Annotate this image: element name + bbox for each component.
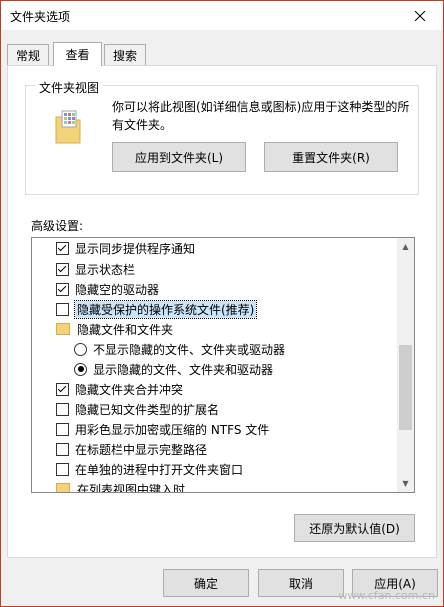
tree-item-hide-protected-os-files[interactable]: 隐藏受保护的操作系统文件(推荐) <box>56 299 258 319</box>
item-label: 显示状态栏 <box>75 262 136 277</box>
tab-view[interactable]: 查看 <box>53 42 102 66</box>
tree-item-hide-empty-drives[interactable]: 隐藏空的驱动器 <box>56 279 159 299</box>
close-button[interactable] <box>397 1 443 30</box>
folder-options-dialog: 文件夹选项 常规 查看 搜索 文件夹视图 你可以将此视图(如详细信息或图标)应用… <box>0 0 444 607</box>
tree-item-hidden-files-group: 隐藏文件和文件夹 <box>56 319 173 339</box>
checkbox[interactable] <box>56 422 69 436</box>
tree-item-sync-notify[interactable]: 显示同步提供程序通知 <box>56 238 195 258</box>
advanced-settings-tree[interactable]: 显示同步提供程序通知 显示状态栏 隐藏空的驱动器 隐藏受保护的操作系统文件(推荐… <box>31 237 415 493</box>
checkbox[interactable] <box>56 262 69 276</box>
folder-views-description: 你可以将此视图(如详细信息或图标)应用于这种类型的所有文件夹。 <box>112 100 410 132</box>
folder-icon <box>56 323 70 335</box>
item-label: 用彩色显示加密或压缩的 NTFS 文件 <box>75 422 270 437</box>
folder-views-label: 文件夹视图 <box>35 79 104 96</box>
item-label: 隐藏受保护的操作系统文件(推荐) <box>73 299 258 319</box>
checkbox[interactable] <box>56 382 69 396</box>
tree-item-separate-process[interactable]: 在单独的进程中打开文件夹窗口 <box>56 459 243 479</box>
cancel-button[interactable]: 取消 <box>258 569 344 597</box>
folder-icon <box>56 483 70 492</box>
watermark: www.cfan.com.cn <box>338 589 435 602</box>
item-label: 在标题栏中显示完整路径 <box>75 442 208 457</box>
close-icon <box>415 10 425 21</box>
tree-item-full-path-title[interactable]: 在标题栏中显示完整路径 <box>56 439 207 459</box>
item-label: 不显示隐藏的文件、文件夹或驱动器 <box>93 342 286 357</box>
checkbox[interactable] <box>56 442 69 456</box>
checkbox[interactable] <box>56 402 69 416</box>
apply-to-folders-button[interactable]: 应用到文件夹(L) <box>112 142 246 172</box>
item-label: 隐藏已知文件类型的扩展名 <box>75 402 220 417</box>
item-label: 在列表视图中键入时 <box>77 482 186 493</box>
item-label: 隐藏文件和文件夹 <box>77 322 174 337</box>
checkbox[interactable] <box>56 302 69 316</box>
tree-item-hide-extensions[interactable]: 隐藏已知文件类型的扩展名 <box>56 399 219 419</box>
folder-view-icon <box>53 109 83 145</box>
restore-defaults-button[interactable]: 还原为默认值(D) <box>294 514 415 542</box>
vertical-scrollbar[interactable]: ▲ ▼ <box>397 238 414 492</box>
tab-label: 搜索 <box>112 49 137 63</box>
tree-item-show-hidden[interactable]: 显示隐藏的文件、文件夹和驱动器 <box>74 359 273 379</box>
title-bar: 文件夹选项 <box>1 1 443 30</box>
scroll-down-arrow-icon[interactable]: ▼ <box>397 475 414 492</box>
advanced-settings-label: 高级设置: <box>31 219 84 233</box>
item-label: 在单独的进程中打开文件夹窗口 <box>75 462 244 477</box>
item-label: 显示隐藏的文件、文件夹和驱动器 <box>93 362 274 377</box>
tree-item-status-bar[interactable]: 显示状态栏 <box>56 259 135 279</box>
tree-item-color-ntfs[interactable]: 用彩色显示加密或压缩的 NTFS 文件 <box>56 419 269 439</box>
window-title: 文件夹选项 <box>10 10 71 24</box>
item-label: 显示同步提供程序通知 <box>75 241 196 256</box>
tab-search[interactable]: 搜索 <box>104 44 146 66</box>
radio-button[interactable] <box>74 342 87 356</box>
tab-label: 查看 <box>65 48 90 62</box>
ok-button[interactable]: 确定 <box>163 569 249 597</box>
tab-label: 常规 <box>15 49 40 63</box>
scroll-up-arrow-icon[interactable]: ▲ <box>397 238 414 255</box>
scrollbar-thumb[interactable] <box>399 345 412 430</box>
radio-button[interactable] <box>74 362 87 376</box>
reset-folders-button[interactable]: 重置文件夹(R) <box>264 142 398 172</box>
checkbox[interactable] <box>56 282 69 296</box>
tree-item-typing-in-list: 在列表视图中键入时 <box>56 479 186 493</box>
checkbox[interactable] <box>56 462 69 476</box>
checkbox[interactable] <box>56 241 69 255</box>
tab-general[interactable]: 常规 <box>7 44 49 66</box>
item-label: 隐藏文件夹合并冲突 <box>75 382 184 397</box>
tree-item-dont-show-hidden[interactable]: 不显示隐藏的文件、文件夹或驱动器 <box>74 339 285 359</box>
item-label: 隐藏空的驱动器 <box>75 282 160 297</box>
tree-item-hide-merge-conflicts[interactable]: 隐藏文件夹合并冲突 <box>56 379 183 399</box>
